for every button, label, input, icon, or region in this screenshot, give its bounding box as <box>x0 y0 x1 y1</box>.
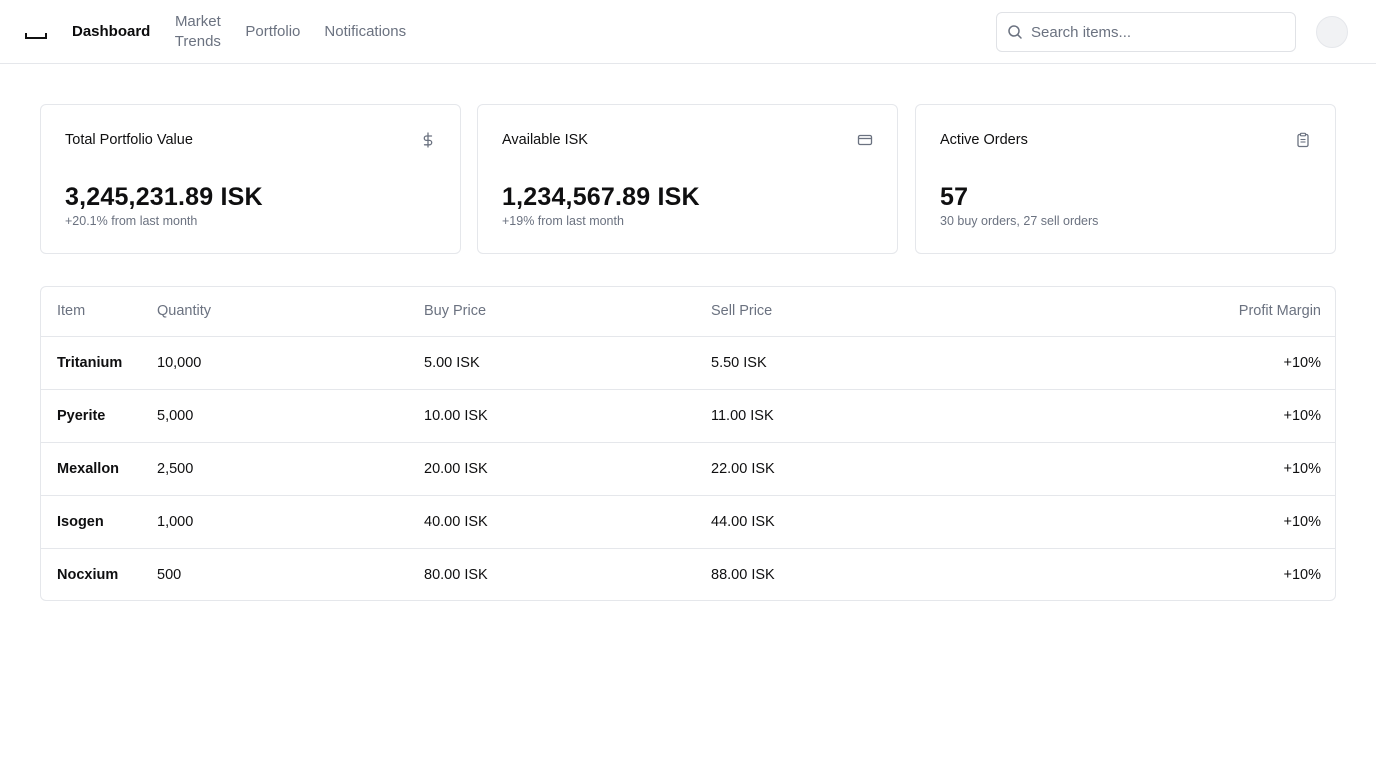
cell-item: Nocxium <box>57 566 119 583</box>
logo-icon[interactable] <box>25 24 47 40</box>
stat-card-active-orders: Active Orders 57 30 buy orders, 27 sell … <box>915 104 1336 254</box>
cell-quantity: 5,000 <box>141 389 408 443</box>
avatar[interactable] <box>1316 16 1348 48</box>
cell-item: Isogen <box>41 495 141 549</box>
search-input[interactable] <box>1031 23 1271 41</box>
cell-buy-price: 5.00 ISK <box>408 336 695 390</box>
cell-sell-price: 44.00 ISK <box>695 495 982 549</box>
column-header-quantity: Quantity <box>141 287 408 337</box>
cell-profit-margin: +10% <box>982 495 1335 549</box>
cell-profit-margin: +10% <box>982 336 1335 390</box>
table-row[interactable]: Tritanium 10,000 5.00 ISK 5.50 ISK +10% <box>41 336 1335 390</box>
card-subtext: +20.1% from last month <box>65 214 198 228</box>
card-value: 3,245,231.89 ISK <box>65 183 263 211</box>
column-header-sell-price: Sell Price <box>695 287 982 337</box>
cell-sell-price: 11.00 ISK <box>695 389 982 443</box>
table-row[interactable]: Mexallon 2,500 20.00 ISK 22.00 ISK +10% <box>41 442 1335 496</box>
table-row[interactable]: Isogen 1,000 40.00 ISK 44.00 ISK +10% <box>41 495 1335 549</box>
table-row[interactable]: Pyerite 5,000 10.00 ISK 11.00 ISK +10% <box>41 389 1335 443</box>
cell-buy-price: 10.00 ISK <box>408 389 695 443</box>
search-box[interactable] <box>996 12 1296 52</box>
main-nav: Dashboard Market Trends Portfolio Notifi… <box>72 0 430 64</box>
credit-card-icon <box>857 132 873 148</box>
search-icon <box>1007 24 1023 40</box>
card-value: 57 <box>940 183 969 211</box>
cell-sell-price: 88.00 ISK <box>711 566 775 583</box>
market-items-table: Item Quantity Buy Price Sell Price Profi… <box>40 286 1336 601</box>
nav-notifications[interactable]: Notifications <box>324 22 406 42</box>
card-title: Total Portfolio Value <box>65 132 193 148</box>
cell-sell-price: 22.00 ISK <box>695 442 982 496</box>
card-subtext: 30 buy orders, 27 sell orders <box>940 214 1099 228</box>
nav-market-trends[interactable]: Market Trends <box>174 12 221 52</box>
cell-item: Mexallon <box>41 442 141 496</box>
cell-item: Pyerite <box>41 389 141 443</box>
table-header-row: Item Quantity Buy Price Sell Price Profi… <box>41 287 1335 337</box>
card-title: Available ISK <box>502 132 588 148</box>
nav-dashboard[interactable]: Dashboard <box>72 22 150 42</box>
card-value: 1,234,567.89 ISK <box>502 183 700 211</box>
cell-profit-margin: +10% <box>982 442 1335 496</box>
cell-buy-price: 40.00 ISK <box>408 495 695 549</box>
card-subtext: +19% from last month <box>502 214 624 228</box>
nav-portfolio[interactable]: Portfolio <box>245 22 300 42</box>
stat-card-portfolio-value: Total Portfolio Value 3,245,231.89 ISK +… <box>40 104 461 254</box>
cell-quantity: 500 <box>157 566 182 583</box>
top-navigation-bar: Dashboard Market Trends Portfolio Notifi… <box>0 0 1376 64</box>
cell-buy-price: 80.00 ISK <box>424 566 488 583</box>
cell-item: Tritanium <box>41 336 141 390</box>
card-title: Active Orders <box>940 132 1028 148</box>
column-header-buy-price: Buy Price <box>408 287 695 337</box>
stat-card-available-isk: Available ISK 1,234,567.89 ISK +19% from… <box>477 104 898 254</box>
cell-sell-price: 5.50 ISK <box>695 336 982 390</box>
clipboard-icon <box>1295 132 1311 148</box>
dollar-icon <box>420 132 436 148</box>
cell-quantity: 2,500 <box>141 442 408 496</box>
cell-profit-margin: +10% <box>1283 566 1322 583</box>
cell-profit-margin: +10% <box>982 389 1335 443</box>
cell-quantity: 10,000 <box>141 336 408 390</box>
column-header-profit-margin: Profit Margin <box>982 287 1335 337</box>
cell-quantity: 1,000 <box>141 495 408 549</box>
cell-buy-price: 20.00 ISK <box>408 442 695 496</box>
table-row[interactable]: Nocxium 500 80.00 ISK 88.00 ISK +10% <box>41 548 1335 600</box>
column-header-item: Item <box>41 287 141 337</box>
